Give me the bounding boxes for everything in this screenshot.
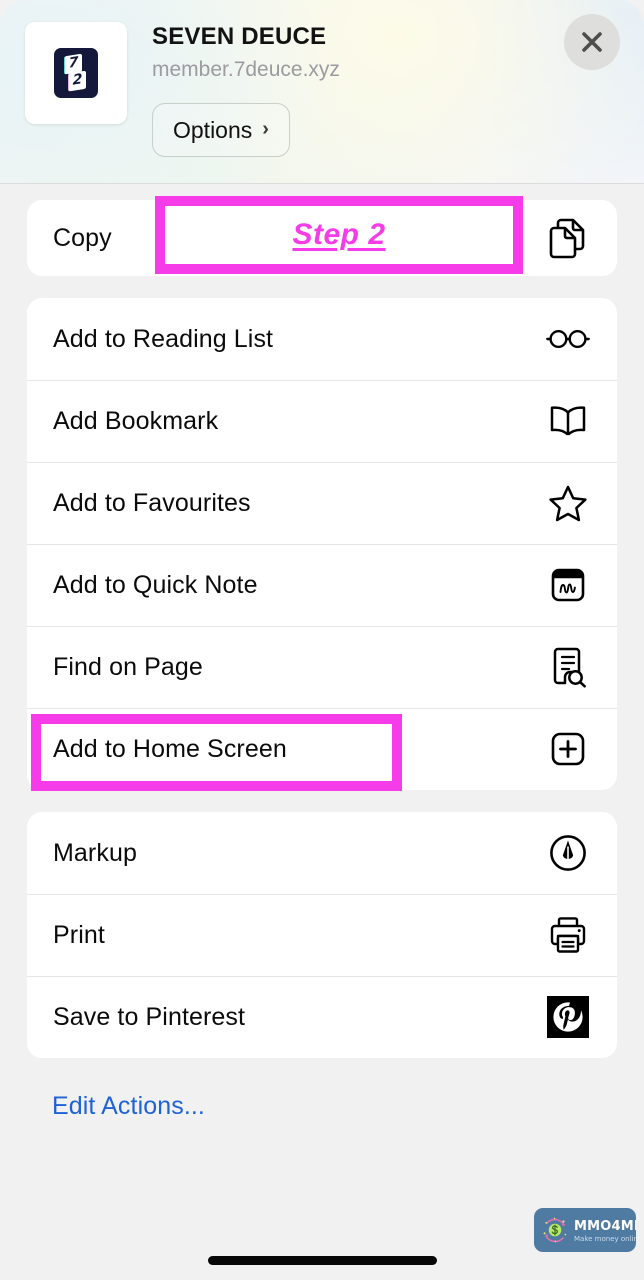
markup-pen-circle-icon xyxy=(546,831,590,875)
action-label: Add to Reading List xyxy=(53,324,274,353)
watermark-text: MMO4ME Make money online xyxy=(574,1218,636,1243)
watermark-badge: MMO4ME Make money online xyxy=(534,1208,636,1252)
action-row-add-to-quick-note[interactable]: Add to Quick Note xyxy=(27,544,617,626)
home-indicator xyxy=(208,1256,437,1265)
star-outline-icon xyxy=(546,481,590,525)
share-sheet: 7 2 SEVEN DEUCE member.7deuce.xyz Option… xyxy=(0,0,644,1280)
site-info: SEVEN DEUCE member.7deuce.xyz xyxy=(152,22,532,83)
app-icon-glyph: 7 2 xyxy=(54,48,98,98)
chevron-right-icon: › xyxy=(262,118,269,140)
action-list: Copy Add to Reading List Add Bookmark Ad… xyxy=(0,185,644,1280)
action-row-print[interactable]: Print xyxy=(27,894,617,976)
action-label: Add to Home Screen xyxy=(53,734,287,763)
page-title: SEVEN DEUCE xyxy=(152,23,327,50)
action-row-add-to-home-screen[interactable]: Add to Home Screen xyxy=(27,708,617,790)
action-group-tools: Markup Print Save to Pinterest xyxy=(27,812,617,1058)
action-row-copy[interactable]: Copy xyxy=(27,200,617,276)
action-row-add-bookmark[interactable]: Add Bookmark xyxy=(27,380,617,462)
action-group-copy: Copy xyxy=(27,200,617,276)
options-button-label: Options xyxy=(173,116,253,143)
action-row-add-to-reading-list[interactable]: Add to Reading List xyxy=(27,298,617,380)
action-label: Add Bookmark xyxy=(53,406,219,435)
quick-note-icon xyxy=(546,563,590,607)
plus-square-icon xyxy=(546,727,590,771)
action-label: Print xyxy=(53,920,105,949)
app-icon-card-2: 2 xyxy=(69,70,86,92)
seven-deuce-app-icon: 7 2 xyxy=(25,22,127,124)
watermark-tagline: Make money online xyxy=(574,1234,636,1243)
glasses-icon xyxy=(546,317,590,361)
open-book-icon xyxy=(546,399,590,443)
action-group-safari: Add to Reading List Add Bookmark Add to … xyxy=(27,298,617,790)
close-button[interactable] xyxy=(564,14,620,70)
page-url: member.7deuce.xyz xyxy=(152,58,340,81)
options-button[interactable]: Options › xyxy=(152,103,290,157)
edit-actions-button[interactable]: Edit Actions... xyxy=(52,1092,205,1121)
action-row-add-to-favourites[interactable]: Add to Favourites xyxy=(27,462,617,544)
action-label: Copy xyxy=(53,223,112,252)
copy-documents-icon xyxy=(546,216,590,260)
document-search-icon xyxy=(546,645,590,689)
printer-icon xyxy=(546,913,590,957)
action-label: Markup xyxy=(53,838,137,867)
action-row-save-to-pinterest[interactable]: Save to Pinterest xyxy=(27,976,617,1058)
action-label: Add to Favourites xyxy=(53,488,251,517)
action-row-markup[interactable]: Markup xyxy=(27,812,617,894)
watermark-name: MMO4ME xyxy=(574,1218,636,1234)
close-icon xyxy=(578,28,606,56)
action-row-find-on-page[interactable]: Find on Page xyxy=(27,626,617,708)
action-label: Add to Quick Note xyxy=(53,570,258,599)
action-label: Save to Pinterest xyxy=(53,1002,246,1031)
share-sheet-header: 7 2 SEVEN DEUCE member.7deuce.xyz Option… xyxy=(0,0,644,184)
action-label: Find on Page xyxy=(53,652,203,681)
dollar-circle-icon xyxy=(540,1215,570,1245)
pinterest-icon xyxy=(546,995,590,1039)
